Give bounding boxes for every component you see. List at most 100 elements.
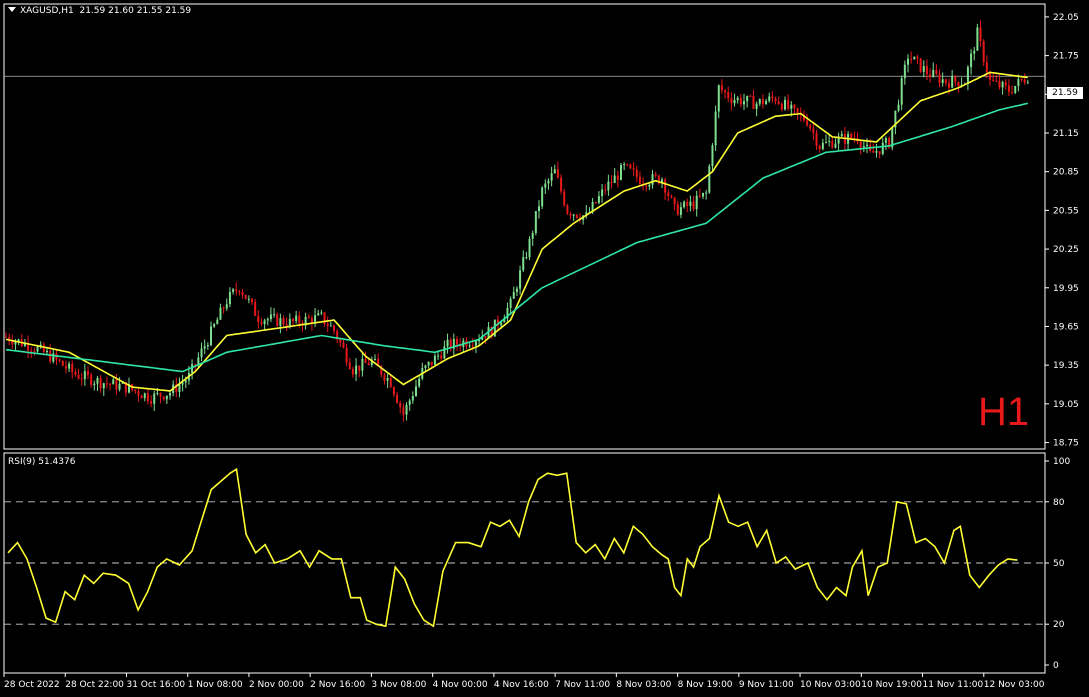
candle-body (670, 196, 673, 198)
candle-body (897, 104, 900, 111)
candle-body (784, 99, 786, 110)
candle-body (553, 169, 556, 174)
candle-body (862, 146, 865, 148)
time-tick-label: 4 Nov 00:00 (433, 680, 488, 690)
candle-body (273, 314, 276, 316)
candle-body (973, 50, 976, 54)
candle-body (251, 298, 253, 302)
candle-body (102, 383, 105, 389)
candle-body (623, 164, 626, 166)
candle-body (165, 395, 168, 400)
ohlc-values: 21.59 21.60 21.55 21.59 (79, 6, 192, 16)
candle-body (714, 111, 717, 146)
candle-body (146, 393, 149, 402)
candle-body (61, 360, 64, 366)
candle-body (954, 76, 957, 82)
candle-body (339, 339, 342, 343)
candle-body (276, 314, 279, 326)
candle-body (727, 92, 730, 99)
rsi-label: RSI(9) 51.4376 (8, 457, 76, 467)
candle-body (541, 187, 544, 207)
candle-body (333, 325, 335, 331)
candle-body (134, 389, 137, 392)
moving-averages (5, 71, 1028, 392)
candle-body (143, 393, 146, 399)
candle-body (903, 64, 906, 79)
candle-body (80, 378, 83, 380)
candle-body (42, 344, 45, 353)
candle-body (796, 108, 799, 114)
candle-body (279, 318, 282, 326)
candle-body (1020, 79, 1023, 81)
candle-body (427, 361, 430, 366)
candle-body (235, 289, 238, 292)
candle-body (137, 391, 140, 396)
candle-body (815, 132, 818, 146)
price-tick-label: 19.35 (1053, 361, 1079, 371)
time-tick-label: 10 Nov 03:00 (800, 680, 861, 690)
candle-body (638, 176, 641, 184)
candle-body (840, 134, 843, 137)
candle-body (720, 85, 723, 91)
candle-body (948, 83, 950, 88)
candle-body (109, 383, 112, 385)
candle-body (430, 361, 433, 365)
candle-body (424, 365, 427, 368)
time-tick-label: 2 Nov 16:00 (310, 680, 365, 690)
candle-body (77, 374, 80, 379)
candle-body (90, 374, 93, 386)
candle-body (326, 323, 329, 326)
candle-body (112, 379, 115, 385)
candle-body (884, 138, 887, 143)
candle-body (995, 80, 998, 82)
candle-body (708, 166, 711, 193)
candle-body (809, 125, 812, 129)
price-tick-label: 20.85 (1053, 168, 1079, 178)
candle-body (821, 142, 824, 150)
candle-body (755, 103, 758, 109)
candle-body (695, 195, 698, 210)
candle-body (238, 291, 241, 293)
chart-canvas[interactable]: 22.0521.7521.4521.1520.8520.5520.2519.95… (0, 0, 1089, 697)
candle-body (790, 104, 793, 109)
candle-body (156, 392, 159, 394)
candle-body (648, 184, 651, 187)
candle-body (626, 164, 629, 166)
candle-body (87, 371, 89, 375)
time-tick-label: 9 Nov 11:00 (739, 680, 794, 690)
candle-body (866, 144, 868, 147)
time-tick-label: 28 Oct 2022 (4, 680, 60, 690)
candle-body (780, 103, 783, 110)
candle-body (900, 78, 903, 105)
candle-body (345, 347, 348, 363)
candle-body (664, 179, 667, 193)
candle-body (913, 56, 916, 60)
candle-body (730, 98, 733, 104)
candle-body (872, 150, 875, 153)
rsi-tick-label: 20 (1053, 620, 1065, 630)
candle-body (456, 338, 458, 345)
main-panel-border (3, 3, 1046, 450)
candle-body (515, 288, 518, 293)
candle-body (64, 365, 67, 369)
candle-body (266, 319, 269, 321)
candle-body (635, 169, 638, 177)
candle-body (566, 205, 569, 214)
candle-body (787, 99, 790, 109)
price-tick-label: 21.15 (1053, 129, 1079, 139)
candle-body (683, 201, 686, 208)
candle-body (572, 214, 575, 216)
candle-body (686, 201, 689, 206)
candle-body (979, 27, 982, 42)
candle-body (777, 101, 780, 104)
candle-body (758, 99, 761, 104)
candle-body (1001, 82, 1004, 88)
candle-body (676, 204, 679, 215)
triangle-down-icon[interactable] (8, 7, 16, 12)
candle-body (613, 175, 616, 183)
candle-body (254, 301, 257, 316)
candle-body (528, 238, 531, 258)
candle-body (932, 69, 935, 77)
rsi-tick-label: 80 (1053, 498, 1065, 508)
candle-body (831, 141, 834, 148)
